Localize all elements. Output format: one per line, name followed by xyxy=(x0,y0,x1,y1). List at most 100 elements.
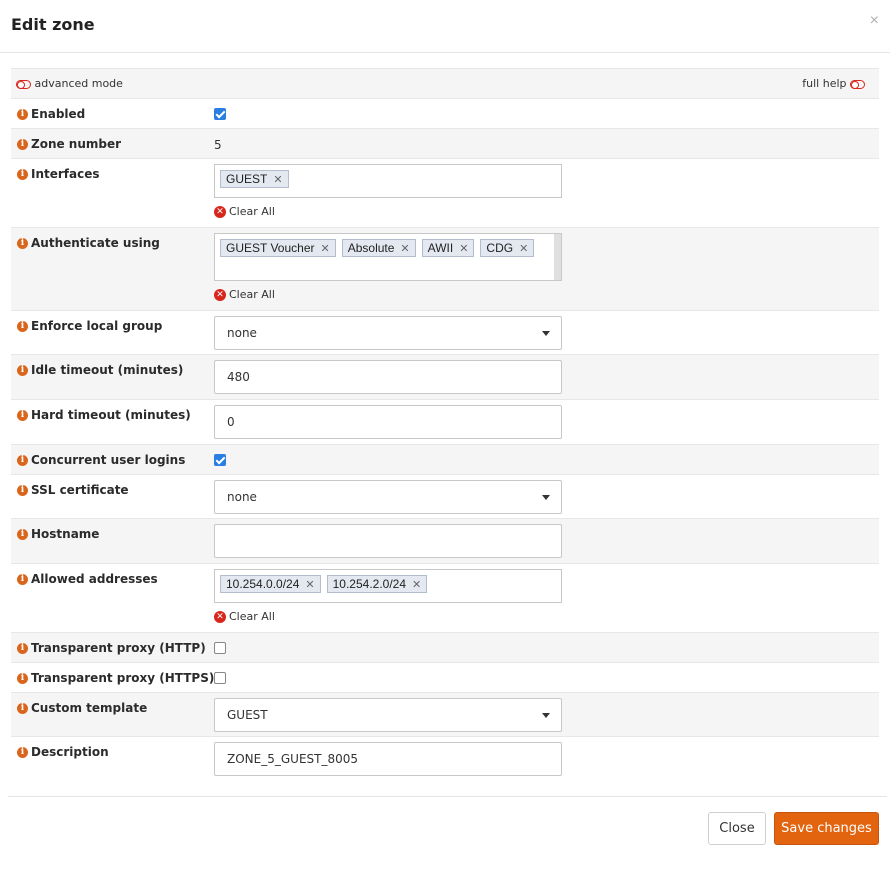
info-icon[interactable]: i xyxy=(17,364,28,376)
label-text: Hard timeout (minutes) xyxy=(31,408,191,422)
tag-label: CDG xyxy=(486,241,514,255)
info-icon[interactable]: i xyxy=(17,484,28,496)
close-icon[interactable]: × xyxy=(870,12,879,30)
concurrent-checkbox[interactable] xyxy=(214,454,226,466)
label-text: Description xyxy=(31,745,109,759)
field-label: i Interfaces xyxy=(17,167,100,181)
interfaces-tag-input[interactable]: GUEST ✕ xyxy=(214,164,562,198)
description-input[interactable]: ZONE_5_GUEST_8005 xyxy=(214,742,562,776)
toggle-off-icon xyxy=(16,79,31,89)
idle-timeout-input[interactable]: 480 xyxy=(214,360,562,394)
info-icon[interactable]: i xyxy=(17,672,28,684)
authenticate-tag-input[interactable]: GUEST Voucher ✕ Absolute ✕ AWII ✕ CDG ✕ xyxy=(214,233,562,281)
field-label: i Authenticate using xyxy=(17,236,160,250)
field-label: i Enabled xyxy=(17,107,85,121)
label-text: Concurrent user logins xyxy=(31,453,186,467)
info-icon[interactable]: i xyxy=(17,573,28,585)
modal-title: Edit zone xyxy=(11,15,95,34)
select-value: GUEST xyxy=(227,708,268,722)
info-icon[interactable]: i xyxy=(17,746,28,758)
info-icon[interactable]: i xyxy=(17,454,28,466)
tag: GUEST ✕ xyxy=(220,170,289,188)
info-icon[interactable]: i xyxy=(17,108,28,120)
label-text: Transparent proxy (HTTP) xyxy=(31,641,206,655)
allowed-addresses-tag-input[interactable]: 10.254.0.0/24 ✕ 10.254.2.0/24 ✕ xyxy=(214,569,562,603)
remove-tag-icon[interactable]: ✕ xyxy=(273,173,282,186)
row-hostname: i Hostname xyxy=(11,518,879,563)
info-icon[interactable]: i xyxy=(17,528,28,540)
remove-tag-icon[interactable]: ✕ xyxy=(400,242,409,255)
enabled-checkbox[interactable] xyxy=(214,108,226,120)
field-label: i SSL certificate xyxy=(17,483,129,497)
tag: Absolute ✕ xyxy=(341,239,416,257)
label-text: Zone number xyxy=(31,137,122,151)
tag-label: GUEST xyxy=(226,172,268,186)
row-local-group: i Enforce local group none xyxy=(11,310,879,354)
label-text: Allowed addresses xyxy=(31,572,158,586)
remove-tag-icon[interactable]: ✕ xyxy=(321,242,330,255)
scrollbar[interactable] xyxy=(554,234,561,280)
remove-tag-icon[interactable]: ✕ xyxy=(459,242,468,255)
local-group-select[interactable]: none xyxy=(214,316,562,350)
field-label: i Hard timeout (minutes) xyxy=(17,408,191,422)
tag: CDG ✕ xyxy=(480,239,535,257)
select-value: none xyxy=(227,490,257,504)
info-icon[interactable]: i xyxy=(17,409,28,421)
row-interfaces: i Interfaces GUEST ✕ ✕ Clear All xyxy=(11,158,879,227)
clear-icon: ✕ xyxy=(214,610,226,623)
remove-tag-icon[interactable]: ✕ xyxy=(519,242,528,255)
clear-icon: ✕ xyxy=(214,288,226,301)
row-concurrent: i Concurrent user logins xyxy=(11,444,879,474)
tag: 10.254.0.0/24 ✕ xyxy=(220,575,321,593)
custom-template-select[interactable]: GUEST xyxy=(214,698,562,732)
zone-number-value: 5 xyxy=(214,138,222,152)
authenticate-clear-all[interactable]: ✕ Clear All xyxy=(214,288,562,301)
chevron-down-icon xyxy=(542,495,550,500)
allowed-addresses-clear-all[interactable]: ✕ Clear All xyxy=(214,610,562,623)
info-icon[interactable]: i xyxy=(17,702,28,714)
advanced-mode-label: advanced mode xyxy=(34,77,123,90)
hard-timeout-input[interactable]: 0 xyxy=(214,405,562,439)
hostname-input[interactable] xyxy=(214,524,562,558)
remove-tag-icon[interactable]: ✕ xyxy=(305,578,314,591)
tag: AWII ✕ xyxy=(421,239,475,257)
field-label: i Transparent proxy (HTTPS) xyxy=(17,671,214,685)
remove-tag-icon[interactable]: ✕ xyxy=(412,578,421,591)
field-label: i Description xyxy=(17,745,109,759)
field-label: i Custom template xyxy=(17,701,147,715)
info-icon[interactable]: i xyxy=(17,642,28,654)
row-authenticate: i Authenticate using GUEST Voucher ✕ Abso… xyxy=(11,227,879,310)
row-custom-template: i Custom template GUEST xyxy=(11,692,879,736)
proxy-https-checkbox[interactable] xyxy=(214,672,226,684)
row-hard-timeout: i Hard timeout (minutes) 0 xyxy=(11,399,879,444)
full-help-toggle[interactable]: full help xyxy=(802,77,865,90)
save-changes-button[interactable]: Save changes xyxy=(774,812,879,845)
clear-all-label: Clear All xyxy=(229,610,275,623)
row-idle-timeout: i Idle timeout (minutes) 480 xyxy=(11,354,879,399)
info-icon[interactable]: i xyxy=(17,168,28,180)
field-label: i Allowed addresses xyxy=(17,572,158,586)
close-button[interactable]: Close xyxy=(708,812,766,845)
row-ssl-cert: i SSL certificate none xyxy=(11,474,879,518)
modal-header: Edit zone × xyxy=(0,0,890,53)
info-icon[interactable]: i xyxy=(17,138,28,150)
tag-label: 10.254.2.0/24 xyxy=(332,577,407,591)
row-zone-number: i Zone number 5 xyxy=(11,128,879,158)
select-value: none xyxy=(227,326,257,340)
info-icon[interactable]: i xyxy=(17,237,28,249)
label-text: Enabled xyxy=(31,107,86,121)
tag-label: AWII xyxy=(427,241,454,255)
field-label: i Hostname xyxy=(17,527,99,541)
ssl-cert-select[interactable]: none xyxy=(214,480,562,514)
proxy-http-checkbox[interactable] xyxy=(214,642,226,654)
label-text: Interfaces xyxy=(31,167,100,181)
label-text: Custom template xyxy=(31,701,148,715)
info-icon[interactable]: i xyxy=(17,320,28,332)
interfaces-clear-all[interactable]: ✕ Clear All xyxy=(214,205,562,218)
tag: GUEST Voucher ✕ xyxy=(220,239,336,257)
tag-label: Absolute xyxy=(347,241,395,255)
label-text: SSL certificate xyxy=(31,483,129,497)
field-label: i Idle timeout (minutes) xyxy=(17,363,183,377)
advanced-mode-toggle[interactable]: advanced mode xyxy=(16,77,123,90)
mode-toggle-row: advanced mode full help xyxy=(11,68,879,98)
